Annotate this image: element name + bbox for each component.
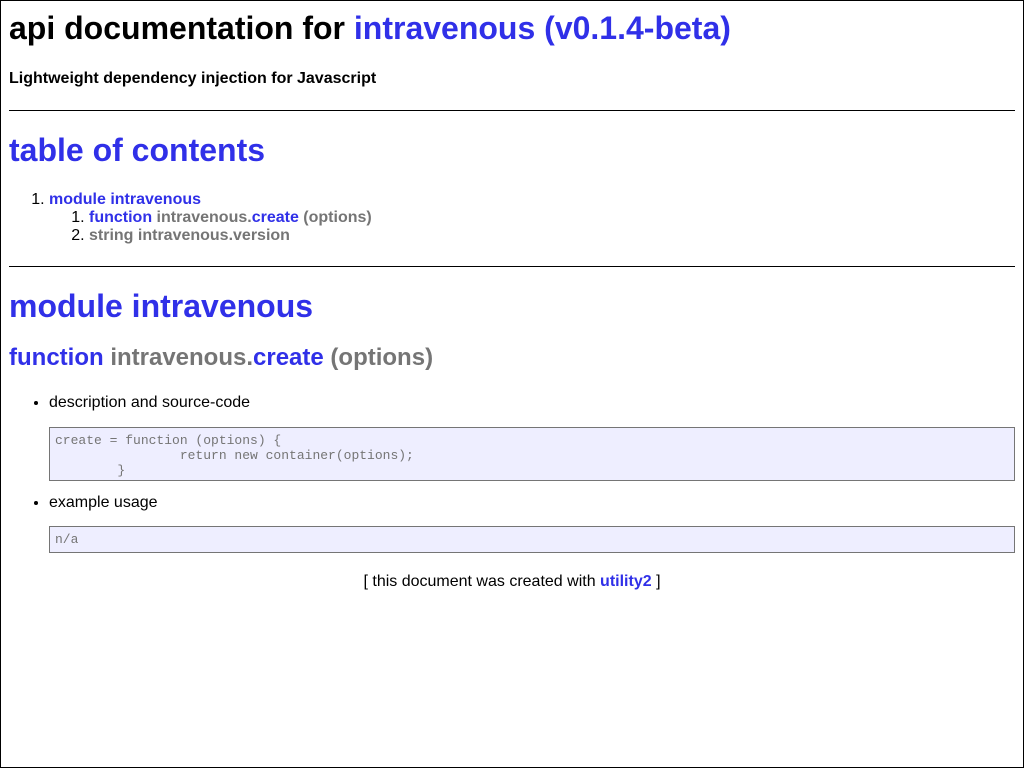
footer-prefix: [ this document was created with <box>363 573 596 590</box>
package-link[interactable]: intravenous (v0.1.4-beta) <box>354 10 731 46</box>
toc-module-link[interactable]: module intravenous <box>49 191 201 208</box>
description-label: description and source-code <box>49 394 251 411</box>
toc-version-link[interactable]: string intravenous.version <box>89 227 290 244</box>
toc-item-version: string intravenous.version <box>89 227 1015 245</box>
example-code-block: n/a <box>49 526 1015 553</box>
example-item: example usage n/a <box>49 481 1015 553</box>
footer-suffix: ] <box>656 573 661 590</box>
function-prefix: intravenous. <box>110 344 254 371</box>
package-description: Lightweight dependency injection for Jav… <box>9 70 377 87</box>
example-label: example usage <box>49 494 158 511</box>
toc-sublist: function intravenous.create (options) st… <box>49 209 1015 245</box>
toc-item-create: function intravenous.create (options) <box>89 209 1015 227</box>
function-details-list: description and source-code create = fun… <box>9 373 1015 553</box>
source-code-block: create = function (options) { return new… <box>49 427 1015 481</box>
module-heading: module intravenous <box>9 288 314 324</box>
function-name: create <box>253 344 324 371</box>
toc-list: module intravenous function intravenous.… <box>9 191 1015 245</box>
function-type: function <box>9 344 104 371</box>
toc-create-type: function <box>89 209 153 226</box>
function-heading: function intravenous.create (options) <box>9 325 1015 373</box>
toc-create-name: create <box>251 209 299 226</box>
function-args: (options) <box>330 344 434 371</box>
toc-create-args: (options) <box>303 209 372 226</box>
toc-item-module: module intravenous function intravenous.… <box>49 191 1015 245</box>
utility2-link[interactable]: utility2 <box>600 573 652 590</box>
toc-heading: table of contents <box>9 132 266 168</box>
toc-create-prefix: intravenous. <box>156 209 252 226</box>
page-title: api documentation for intravenous (v0.1.… <box>9 1 1015 47</box>
footer: [ this document was created with utility… <box>9 572 1015 592</box>
page-title-prefix: api documentation for <box>9 10 345 46</box>
description-item: description and source-code create = fun… <box>49 373 1015 481</box>
toc-create-link[interactable]: function intravenous.create (options) <box>89 209 372 226</box>
api-doc-page: api documentation for intravenous (v0.1.… <box>1 1 1023 592</box>
